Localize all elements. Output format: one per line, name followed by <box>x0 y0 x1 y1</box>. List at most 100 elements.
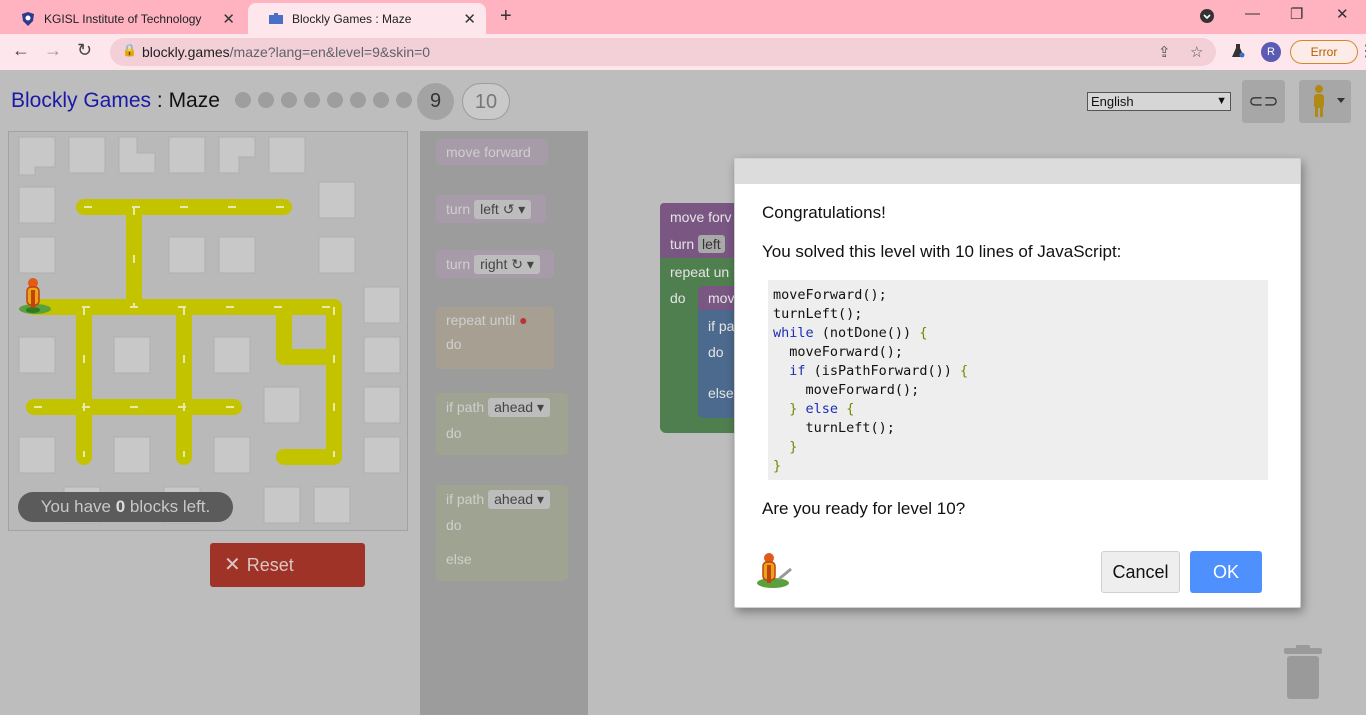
pegman-avatar-icon <box>19 278 51 314</box>
congratulations-dialog: Congratulations! You solved this level w… <box>734 158 1301 608</box>
level-dot-6[interactable] <box>350 92 366 108</box>
dialog-header[interactable] <box>735 159 1300 184</box>
kgisl-favicon-icon <box>20 11 36 27</box>
ok-button[interactable]: OK <box>1190 551 1262 593</box>
tab-search-icon[interactable] <box>1199 8 1215 28</box>
reset-label: Reset <box>246 555 294 575</box>
code-line: } <box>773 458 782 474</box>
level-dot-5[interactable] <box>327 92 343 108</box>
error-button[interactable]: Error <box>1290 40 1358 64</box>
turn-dropdown[interactable]: right ↻ ▾ <box>474 255 540 274</box>
block-do-label: do <box>446 336 462 352</box>
back-icon[interactable]: ← <box>12 40 30 61</box>
page: Blockly Games : Maze 9 10 English ▼ ⊂⊃ Y… <box>0 70 1366 715</box>
blocks-left-count: 0 <box>115 497 126 516</box>
block-label: repeat un <box>670 264 730 280</box>
bookmark-star-icon[interactable]: ☆ <box>1190 43 1203 61</box>
block-move-forward[interactable]: move forward <box>436 139 548 165</box>
trash-can-icon[interactable] <box>1282 645 1324 700</box>
tab-title: KGISL Institute of Technology <box>44 11 202 26</box>
title-separator: : <box>151 89 169 112</box>
turn-dropdown[interactable]: left <box>698 235 725 253</box>
new-tab-icon[interactable]: + <box>500 5 512 28</box>
level-dot-7[interactable] <box>373 92 389 108</box>
block-else-label: else <box>708 385 734 401</box>
close-x-icon: ✕ <box>224 554 241 576</box>
level-dot-8[interactable] <box>396 92 412 108</box>
turn-dropdown[interactable]: left ↺ ▾ <box>474 200 532 219</box>
share-icon[interactable]: ⇪ <box>1158 43 1171 61</box>
level-dot-2[interactable] <box>258 92 274 108</box>
block-if-else[interactable]: if path ahead ▾ do else <box>436 485 568 581</box>
code-line: } <box>789 439 798 455</box>
block-label: turn <box>446 201 471 217</box>
level-current[interactable]: 9 <box>417 83 454 120</box>
tab-title: Blockly Games : Maze <box>292 11 412 26</box>
path-dropdown[interactable]: ahead ▾ <box>488 398 550 417</box>
block-label: move forv <box>670 209 732 225</box>
close-tab-icon[interactable]: ✕ <box>222 10 235 28</box>
close-tab-icon[interactable]: ✕ <box>463 10 476 28</box>
address-bar: ← → ↻ 🔒 blockly.games/maze?lang=en&level… <box>0 34 1366 70</box>
code-line: while (notDone()) { <box>773 325 928 341</box>
code-line: moveForward(); <box>773 287 887 303</box>
reset-button[interactable]: ✕ Reset <box>210 543 365 587</box>
blockly-favicon-icon <box>268 11 284 27</box>
page-title: Blockly Games : Maze <box>11 89 220 113</box>
block-label: turn <box>446 256 471 272</box>
tab-bar: KGISL Institute of Technology ✕ Blockly … <box>0 0 1366 34</box>
tab-kgisl[interactable]: KGISL Institute of Technology ✕ <box>0 3 245 34</box>
url-text: blockly.games/maze?lang=en&level=9&skin=… <box>142 44 431 60</box>
close-window-icon[interactable]: ✕ <box>1336 5 1349 23</box>
block-label: if path <box>446 399 485 415</box>
link-icon: ⊂⊃ <box>1248 91 1279 111</box>
dialog-message: You solved this level with 10 lines of J… <box>762 242 1122 261</box>
forward-icon[interactable]: → <box>44 40 62 61</box>
block-repeat-until[interactable]: repeat until ● do <box>436 307 554 369</box>
toolbox-flyout: move forward turn left ↺ ▾ turn right ↻ ▾ … <box>420 131 588 715</box>
code-line: moveForward(); <box>773 382 920 398</box>
level-dot-4[interactable] <box>304 92 320 108</box>
link-button[interactable]: ⊂⊃ <box>1242 80 1285 123</box>
code-line: } else { <box>789 401 855 417</box>
url-field[interactable]: 🔒 blockly.games/maze?lang=en&level=9&ski… <box>110 38 1216 66</box>
block-turn-left[interactable]: turn left ↺ ▾ <box>436 195 546 223</box>
dialog-title: Congratulations! <box>762 203 886 222</box>
maze-board <box>8 131 408 531</box>
block-if-path[interactable]: if path ahead ▾ do <box>436 393 568 455</box>
game-name: Maze <box>168 89 220 112</box>
minimize-icon[interactable]: — <box>1245 5 1260 22</box>
chevron-down-icon: ▼ <box>1216 95 1227 107</box>
code-line: turnLeft(); <box>773 306 863 322</box>
level-next[interactable]: 10 <box>462 83 510 120</box>
pegman-icon <box>753 551 793 591</box>
path-dropdown[interactable]: ahead ▾ <box>488 490 550 509</box>
brand-link[interactable]: Blockly Games <box>11 89 151 112</box>
code-listing: moveForward(); turnLeft(); while (notDone(… <box>768 280 1268 480</box>
next-level-question: Are you ready for level 10? <box>762 499 966 518</box>
restore-icon[interactable]: ❐ <box>1290 5 1303 23</box>
lock-icon: 🔒 <box>122 43 137 57</box>
profile-avatar[interactable]: R <box>1261 42 1281 62</box>
block-else-label: else <box>446 551 472 567</box>
block-turn-right[interactable]: turn right ↻ ▾ <box>436 250 554 278</box>
level-dot-3[interactable] <box>281 92 297 108</box>
cancel-button[interactable]: Cancel <box>1101 551 1180 593</box>
goal-marker-icon: ● <box>519 312 528 328</box>
language-value: English <box>1091 94 1134 109</box>
block-label: move forward <box>446 144 531 160</box>
code-line: if (isPathForward()) { <box>789 363 969 379</box>
reload-icon[interactable]: ↻ <box>77 40 92 61</box>
block-do-label: do <box>708 344 724 360</box>
skin-pegman-button[interactable] <box>1299 80 1351 123</box>
code-line: moveForward(); <box>773 344 904 360</box>
block-label: repeat until <box>446 312 516 328</box>
block-do-label: do <box>446 517 462 533</box>
block-label: turn <box>670 236 695 252</box>
labs-flask-icon[interactable] <box>1230 43 1246 63</box>
blocks-left-label: You have 0 blocks left. <box>18 492 233 522</box>
level-dot-1[interactable] <box>235 92 251 108</box>
language-select[interactable]: English ▼ <box>1087 92 1231 111</box>
menu-kebab-icon[interactable]: ⋮ <box>1358 41 1366 61</box>
tab-blockly-maze[interactable]: Blockly Games : Maze ✕ <box>248 3 486 34</box>
